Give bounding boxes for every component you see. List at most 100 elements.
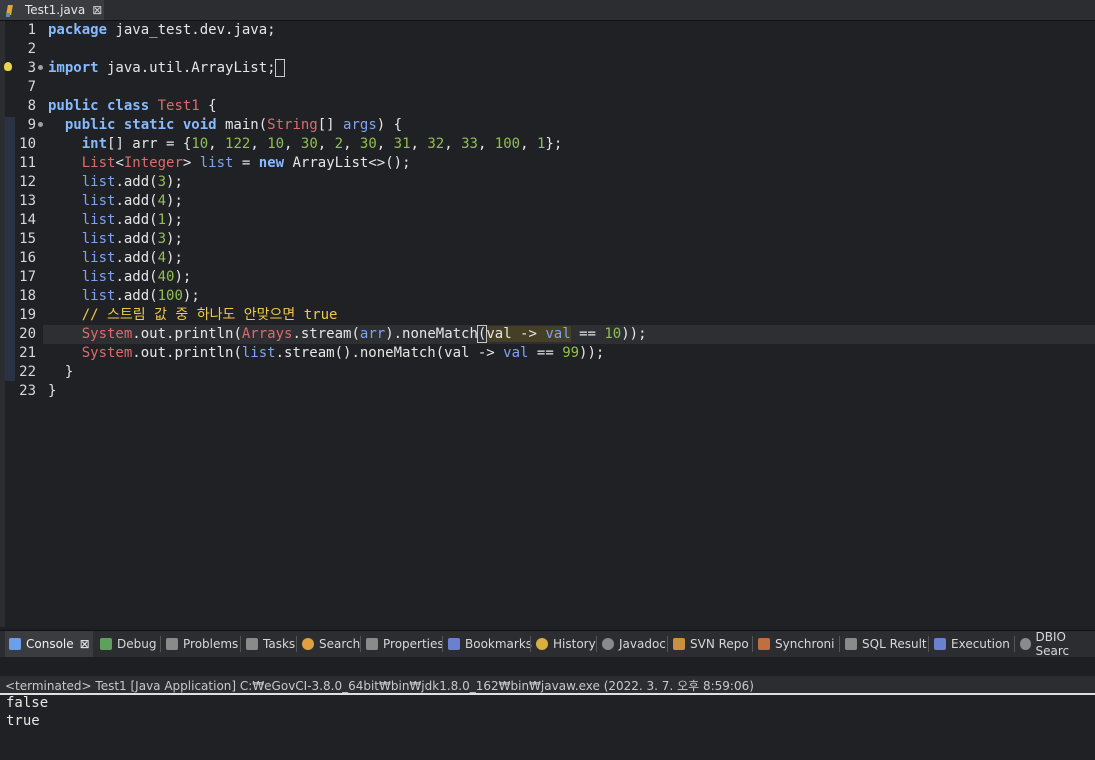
code-line: 11 List<Integer> list = new ArrayList<>(… (0, 154, 1095, 173)
code-text: == (570, 326, 605, 342)
tab-label: SQL Result (862, 637, 927, 651)
code-line: 1 package java_test.dev.java; (0, 21, 1095, 40)
tab-label: SVN Repo (690, 637, 749, 651)
code-line: 3 import java.util.ArrayList; (0, 59, 1095, 78)
code-text: .add( (115, 212, 158, 228)
line-number: 9 (27, 117, 36, 133)
bottom-panel-tabs: Console ⊠ Debug Problems Tasks Search Pro… (0, 630, 1095, 658)
tab-debug[interactable]: Debug (100, 631, 156, 657)
code-text: ); (182, 288, 200, 304)
tab-svn-repo[interactable]: SVN Repo (673, 631, 749, 657)
keyword: package (48, 22, 108, 38)
fold-icon[interactable] (38, 122, 43, 127)
tab-dbio-search[interactable]: DBIO Searc (1020, 630, 1095, 658)
tab-execution[interactable]: Execution (934, 631, 1010, 657)
type-name: String (267, 117, 318, 133)
code-line: 8 public class Test1 { (0, 97, 1095, 116)
console-output[interactable]: false true (0, 695, 1095, 760)
line-number: 1 (27, 22, 36, 38)
console-line: true (6, 713, 40, 729)
type-name: List (81, 155, 116, 171)
folded-imports-icon[interactable] (274, 59, 286, 77)
code-text: java.util.ArrayList; (98, 60, 276, 76)
variable: list (81, 288, 116, 304)
class-name: System (81, 345, 133, 361)
problems-icon (166, 638, 178, 650)
code-line-current: 20 System.out.println(Arrays.stream(arr)… (0, 325, 1095, 344)
variable: list (199, 155, 234, 171)
console-status-text: <terminated> Test1 [Java Application] C:… (5, 679, 754, 693)
line-number: 19 (19, 307, 36, 323)
tab-label: Problems (183, 637, 239, 651)
tab-tasks[interactable]: Tasks (246, 631, 295, 657)
console-status-bar: <terminated> Test1 [Java Application] C:… (0, 676, 1095, 695)
tab-sql-result[interactable]: SQL Result (845, 631, 927, 657)
fold-icon[interactable] (38, 65, 43, 70)
code-text: .add( (115, 231, 158, 247)
variable: arr (359, 326, 386, 342)
code-line: 21 System.out.println(list.stream().none… (0, 344, 1095, 363)
tab-javadoc[interactable]: Javadoc (602, 631, 666, 657)
code-text: .add( (115, 288, 158, 304)
editor-tab-test1[interactable]: Test1.java ⊠ (0, 0, 104, 20)
close-tab-icon[interactable]: ⊠ (80, 637, 90, 651)
code-line: 18 list.add(100); (0, 287, 1095, 306)
code-text: .stream().noneMatch(val -> (275, 345, 504, 361)
line-number: 2 (27, 41, 36, 57)
code-text: } (48, 364, 74, 380)
code-line: 15 list.add(3); (0, 230, 1095, 249)
tab-synchronize[interactable]: Synchroni (758, 631, 834, 657)
number-literal: 99 (562, 345, 580, 361)
code-line: 22 } (0, 363, 1095, 382)
code-text: .stream( (292, 326, 360, 342)
tab-search[interactable]: Search (302, 631, 360, 657)
variable: val (545, 326, 571, 342)
number-literal: 4 (157, 250, 167, 266)
line-number: 16 (19, 250, 36, 266)
tab-problems[interactable]: Problems (166, 631, 238, 657)
tab-label: Properties (383, 637, 444, 651)
number-literal: 122 (225, 136, 251, 152)
tab-label: Bookmarks (465, 637, 533, 651)
tab-separator (240, 636, 241, 652)
code-text: ); (174, 269, 192, 285)
code-text: ) { (376, 117, 403, 133)
tab-console[interactable]: Console ⊠ (5, 631, 93, 657)
code-text: } (48, 383, 57, 399)
svn-icon (673, 638, 685, 650)
code-text: .add( (115, 269, 158, 285)
variable: list (81, 174, 116, 190)
tasks-icon (246, 638, 258, 650)
tab-bookmarks[interactable]: Bookmarks (448, 631, 532, 657)
code-text: ); (166, 193, 183, 209)
at-icon (602, 638, 614, 650)
class-name: Arrays (241, 326, 293, 342)
code-text: ); (166, 231, 183, 247)
tab-separator (928, 636, 929, 652)
java-file-icon (6, 3, 16, 17)
number-literal: 33 (461, 136, 478, 152)
variable: list (81, 250, 116, 266)
line-number: 18 (19, 288, 36, 304)
code-text: ); (166, 212, 183, 228)
tab-properties[interactable]: Properties (366, 631, 444, 657)
code-text: )); (579, 345, 605, 361)
code-line: 14 list.add(1); (0, 211, 1095, 230)
keyword: public static void (64, 117, 217, 133)
number-literal: 10 (191, 136, 209, 152)
number-literal: 3 (157, 231, 167, 247)
variable: list (81, 231, 116, 247)
number-literal: 30 (300, 136, 318, 152)
tab-history[interactable]: History (536, 631, 596, 657)
code-text: }; (545, 136, 563, 152)
code-editor[interactable]: 1 package java_test.dev.java; 2 3 import… (0, 21, 1095, 627)
console-line: false (6, 695, 49, 711)
line-number: 8 (27, 98, 36, 114)
pin-icon (1020, 638, 1031, 650)
line-number: 20 (19, 326, 36, 342)
number-literal: 30 (359, 136, 377, 152)
code-text: ); (166, 174, 183, 190)
number-literal: 32 (427, 136, 445, 152)
close-tab-icon[interactable]: ⊠ (92, 3, 102, 17)
properties-icon (366, 638, 378, 650)
